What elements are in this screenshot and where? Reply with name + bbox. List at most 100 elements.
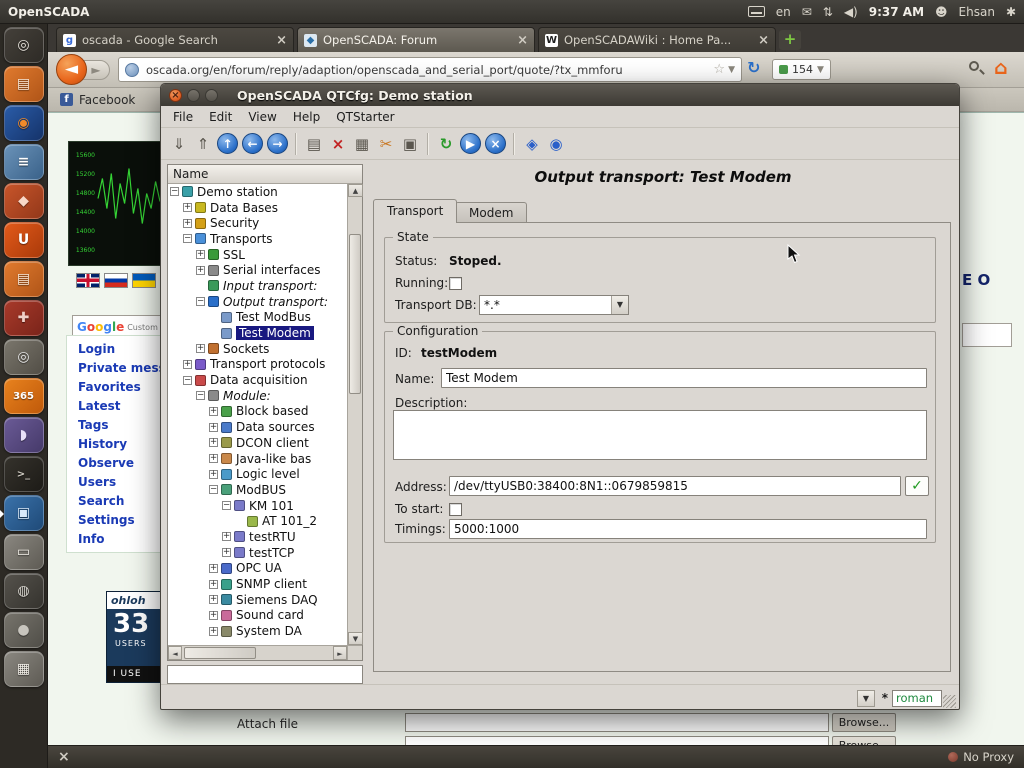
tree-item[interactable]: +Sockets	[168, 341, 347, 357]
scroll-down-icon[interactable]: ▼	[348, 632, 363, 645]
apply-check-button[interactable]: ✓	[905, 476, 929, 496]
forum-link-info[interactable]: Info	[78, 530, 166, 549]
window-maximize-icon[interactable]	[205, 89, 218, 102]
transport-db-combobox[interactable]: *.* ▼	[479, 295, 629, 315]
forum-link-observe[interactable]: Observe	[78, 454, 166, 473]
forum-link-tags[interactable]: Tags	[78, 416, 166, 435]
up-level-button[interactable]: ↑	[217, 133, 238, 154]
load-from-db-button[interactable]: ⇓	[167, 132, 191, 156]
tab-transport[interactable]: Transport	[373, 199, 457, 223]
expand-minus-icon[interactable]: −	[209, 485, 218, 494]
browser-tab[interactable]: goscada - Google Search×	[56, 27, 294, 52]
save-to-db-button[interactable]: ⇑	[191, 132, 215, 156]
launcher-messenger[interactable]: ◗	[4, 417, 44, 453]
forward-button[interactable]: →	[267, 133, 288, 154]
tree-item[interactable]: Input transport:	[168, 278, 347, 294]
expand-plus-icon[interactable]: +	[209, 423, 218, 432]
expand-plus-icon[interactable]: +	[183, 360, 192, 369]
launcher-cd-burner[interactable]: ◍	[4, 573, 44, 609]
cut-item-button[interactable]: ✂	[374, 132, 398, 156]
tree-item[interactable]: +Serial interfaces	[168, 262, 347, 278]
tree-item[interactable]: +Block based	[168, 404, 347, 420]
launcher-openscada-qtcfg[interactable]: ▣	[4, 495, 44, 531]
tree-hscrollbar[interactable]: ◄ ►	[168, 645, 347, 660]
expand-plus-icon[interactable]: +	[209, 595, 218, 604]
search-icon[interactable]	[969, 61, 979, 71]
scroll-right-icon[interactable]: ►	[333, 646, 347, 660]
attach-file-input-1[interactable]	[405, 713, 829, 732]
back-button[interactable]: ◄	[56, 54, 87, 85]
expand-plus-icon[interactable]: +	[222, 548, 231, 557]
tree-item[interactable]: +Sound card	[168, 608, 347, 624]
page-input-fragment[interactable]	[962, 323, 1012, 347]
qtstarter-config-button[interactable]: ◈	[520, 132, 544, 156]
close-findbar-icon[interactable]: ×	[58, 749, 70, 765]
statusbar-user[interactable]: roman	[892, 690, 942, 707]
proxy-status[interactable]: No Proxy	[948, 750, 1014, 764]
expand-plus-icon[interactable]: +	[222, 532, 231, 541]
description-textarea[interactable]	[393, 410, 927, 460]
forum-link-history[interactable]: History	[78, 435, 166, 454]
tree-item[interactable]: AT 101_2	[168, 513, 347, 529]
tree-item[interactable]: −ModBUS	[168, 482, 347, 498]
browse-button-2[interactable]: Browse...	[832, 736, 896, 745]
start-button[interactable]: ▶	[460, 133, 481, 154]
copy-item-button[interactable]: ▦	[350, 132, 374, 156]
visitor-counter[interactable]: 154 ▼	[772, 59, 831, 80]
statusbar-combo[interactable]: ▼	[857, 690, 875, 707]
forum-link-login[interactable]: Login	[78, 340, 166, 359]
expand-plus-icon[interactable]: +	[196, 344, 205, 353]
launcher-file-manager[interactable]: ▤	[4, 66, 44, 102]
site-identity-icon[interactable]	[125, 63, 139, 77]
launcher-keyboard-settings[interactable]: ▦	[4, 651, 44, 687]
flag-uk-icon[interactable]	[76, 273, 100, 288]
expand-minus-icon[interactable]: −	[196, 297, 205, 306]
launcher-ubuntu-one[interactable]: U	[4, 222, 44, 258]
expand-plus-icon[interactable]: +	[183, 219, 192, 228]
menu-qtstarter[interactable]: QTStarter	[328, 107, 402, 127]
tree-filter-input[interactable]	[167, 665, 363, 684]
tree-item[interactable]: +Security	[168, 215, 347, 231]
tab-modem[interactable]: Modem	[455, 202, 527, 223]
dialog-titlebar[interactable]: × OpenSCADA QTCfg: Demo station	[161, 84, 959, 106]
forum-link-settings[interactable]: Settings	[78, 511, 166, 530]
expand-minus-icon[interactable]: −	[196, 391, 205, 400]
combo-dropdown-icon[interactable]: ▼	[611, 296, 628, 314]
forum-link-search[interactable]: Search	[78, 492, 166, 511]
tree-item[interactable]: +DCON client	[168, 435, 347, 451]
forum-link-favorites[interactable]: Favorites	[78, 378, 166, 397]
tree-item[interactable]: +Siemens DAQ	[168, 592, 347, 608]
qtcfg-settings-button[interactable]: ◉	[544, 132, 568, 156]
stop-button[interactable]: ×	[485, 133, 506, 154]
tree-item[interactable]: −Module:	[168, 388, 347, 404]
keyboard-layout[interactable]: en	[776, 5, 791, 19]
tab-close-icon[interactable]: ×	[758, 33, 769, 48]
expand-plus-icon[interactable]: +	[209, 627, 218, 636]
forum-link-users[interactable]: Users	[78, 473, 166, 492]
tree-item[interactable]: −Demo station	[168, 184, 347, 200]
add-item-button[interactable]: ▤	[302, 132, 326, 156]
tree-item[interactable]: +SSL	[168, 247, 347, 263]
expand-minus-icon[interactable]: −	[183, 376, 192, 385]
launcher-terminal[interactable]: >_	[4, 456, 44, 492]
tree-item[interactable]: +Transport protocols	[168, 357, 347, 373]
window-minimize-icon[interactable]	[187, 89, 200, 102]
launcher-badge-365[interactable]: 365	[4, 378, 44, 414]
vscroll-thumb[interactable]	[349, 234, 361, 394]
expand-plus-icon[interactable]: +	[209, 564, 218, 573]
expand-plus-icon[interactable]: +	[209, 438, 218, 447]
menu-view[interactable]: View	[240, 107, 284, 127]
tree-item[interactable]: +testRTU	[168, 529, 347, 545]
url-bar[interactable]: oscada.org/en/forum/reply/adaption/opens…	[118, 57, 742, 82]
timings-input[interactable]	[449, 519, 927, 539]
bookmark-facebook[interactable]: Facebook	[79, 93, 135, 107]
tree-item[interactable]: +Data Bases	[168, 200, 347, 216]
window-close-icon[interactable]: ×	[169, 89, 182, 102]
browse-button-1[interactable]: Browse...	[832, 713, 896, 732]
launcher-text-editor[interactable]: ≡	[4, 144, 44, 180]
tree-item[interactable]: +testTCP	[168, 545, 347, 561]
running-checkbox[interactable]	[449, 277, 462, 290]
address-input[interactable]	[449, 476, 901, 496]
tree-item[interactable]: +System DA	[168, 623, 347, 639]
expand-plus-icon[interactable]: +	[209, 407, 218, 416]
